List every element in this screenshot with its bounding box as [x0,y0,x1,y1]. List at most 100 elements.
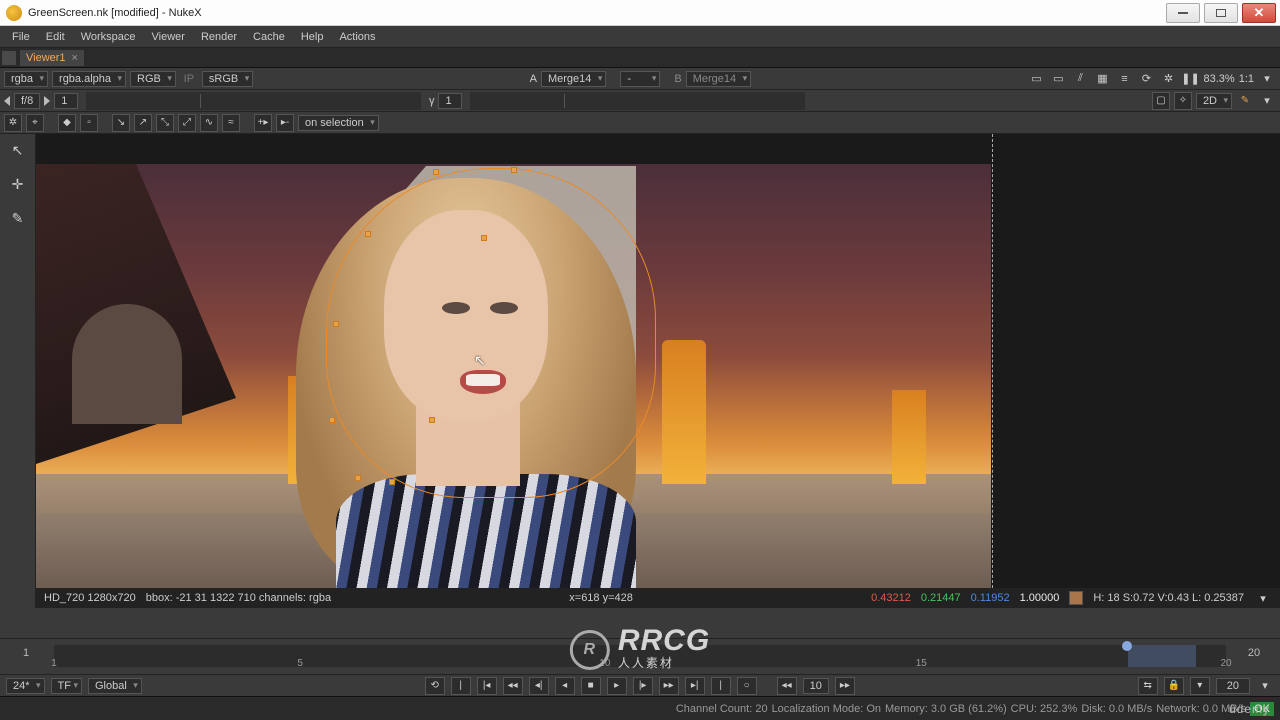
menu-workspace[interactable]: Workspace [73,28,144,46]
gamma-slider[interactable] [470,92,805,110]
step-fwd-icon[interactable]: |▸ [633,677,653,695]
brush-tool-icon[interactable]: ✎ [6,206,30,230]
tool-wave-icon[interactable]: ≈ [222,114,240,132]
menu-help[interactable]: Help [293,28,332,46]
viewport[interactable]: ↖ [36,164,991,590]
list-icon[interactable]: ≡ [1116,70,1134,88]
select-tool-icon[interactable]: ↖ [6,138,30,162]
out-frame[interactable]: 20 [1216,678,1250,694]
prev-key-icon[interactable]: ◂◂ [503,677,523,695]
view-mode-dropdown[interactable]: 2D [1196,93,1232,109]
roto-point[interactable] [329,417,335,423]
proxy-icon[interactable]: ▭ [1028,70,1046,88]
tool-gear-icon[interactable]: ✲ [4,114,22,132]
roto-point[interactable] [365,231,371,237]
fstop-value[interactable]: f/8 [14,93,40,109]
skip-back-icon[interactable]: ◂◂ [777,677,797,695]
menu-render[interactable]: Render [193,28,245,46]
stripe-icon[interactable]: ⫽ [1072,70,1090,88]
timeline-playhead[interactable] [1122,641,1132,651]
last-frame-icon[interactable]: ▸| [685,677,705,695]
play-icon[interactable]: ▸ [607,677,627,695]
region-icon[interactable]: ▢ [1152,92,1170,110]
timeline-end[interactable]: 20 [1236,647,1272,659]
stop-icon[interactable]: ■ [581,677,601,695]
ip-toggle[interactable]: IP [180,70,198,88]
pencil-icon[interactable]: ✎ [1236,92,1254,110]
gamma-value[interactable]: 1 [438,93,462,109]
timeline[interactable]: 1 1 5 10 15 20 20 [0,638,1280,674]
skip-fwd-icon[interactable]: ▸▸ [835,677,855,695]
gear-icon[interactable]: ✲ [1160,70,1178,88]
record-icon[interactable]: ○ [737,677,757,695]
chevron-down-icon[interactable]: ▾ [1258,70,1276,88]
marker-icon[interactable]: ▾ [1190,677,1210,695]
exposure-slider[interactable] [86,92,421,110]
menu-cache[interactable]: Cache [245,28,293,46]
input-a-node[interactable]: Merge14 [541,71,606,87]
loop-icon[interactable]: ⟲ [425,677,445,695]
roto-point[interactable] [389,479,395,485]
tf-dropdown[interactable]: TF [51,678,82,694]
menu-file[interactable]: File [4,28,38,46]
tool-remove-icon[interactable]: ▸- [276,114,294,132]
roto-point[interactable] [481,235,487,241]
chevron-down-icon-3[interactable]: ▾ [1254,589,1272,607]
tool-curve-icon[interactable]: ∿ [200,114,218,132]
input-b-node[interactable]: Merge14 [686,71,751,87]
wipe-dropdown[interactable]: - [620,71,660,87]
step-back-icon[interactable]: ◂| [529,677,549,695]
first-frame-icon[interactable]: |◂ [477,677,497,695]
selection-mode-dropdown[interactable]: on selection [298,115,379,131]
channel-dropdown[interactable]: rgba.alpha [52,71,126,87]
lut-dropdown[interactable]: sRGB [202,71,253,87]
zoom-readout[interactable]: 83.3% [1204,73,1235,85]
menu-actions[interactable]: Actions [331,28,383,46]
in-point-icon[interactable]: | [451,677,471,695]
roto-point[interactable] [511,167,517,173]
tool-cusp-icon[interactable]: ↗ [134,114,152,132]
roto-point[interactable] [333,321,339,327]
input-a-block[interactable]: A Merge14 [530,71,607,87]
tool-smooth-icon[interactable]: ↘ [112,114,130,132]
close-tab-icon[interactable]: × [72,52,78,64]
tool-magnet-icon[interactable]: ⌖ [26,114,44,132]
minimize-button[interactable] [1166,3,1200,23]
menu-edit[interactable]: Edit [38,28,73,46]
anchor-tool-icon[interactable]: ✛ [6,172,30,196]
play-back-icon[interactable]: ◂ [555,677,575,695]
tool-node-2-icon[interactable]: ▫ [80,114,98,132]
refresh-icon[interactable]: ⟳ [1138,70,1156,88]
display-dropdown[interactable]: RGB [130,71,176,87]
frame-value[interactable]: 1 [54,93,78,109]
close-button[interactable]: ✕ [1242,3,1276,23]
chevron-down-icon-4[interactable]: ▾ [1256,677,1274,695]
chevron-down-icon-2[interactable]: ▾ [1258,92,1276,110]
maximize-button[interactable] [1204,3,1238,23]
frame-prev-icon[interactable] [4,96,10,106]
viewer-tab[interactable]: Viewer1 × [20,50,84,66]
fps-dropdown[interactable]: 24* [6,678,45,694]
link-icon[interactable]: ⇆ [1138,677,1158,695]
timeline-start[interactable]: 1 [8,647,44,659]
pause-icon[interactable]: ❚❚ [1182,70,1200,88]
out-point-icon[interactable]: | [711,677,731,695]
roto-point[interactable] [433,169,439,175]
tool-break-icon[interactable]: ⤡ [156,114,174,132]
range-dropdown[interactable]: Global [88,678,142,694]
tool-join-icon[interactable]: ⤢ [178,114,196,132]
grid-icon[interactable]: ▦ [1094,70,1112,88]
snap-icon[interactable]: ✧ [1174,92,1192,110]
input-b-block[interactable]: B Merge14 [674,71,751,87]
layer-dropdown[interactable]: rgba [4,71,48,87]
tool-node-1-icon[interactable]: ◆ [58,114,76,132]
frame-next-icon[interactable] [44,96,50,106]
skip-value[interactable]: 10 [803,678,829,694]
tool-add-icon[interactable]: +▸ [254,114,272,132]
lock-icon[interactable]: 🔒 [1164,677,1184,695]
pixel-ratio[interactable]: 1:1 [1239,73,1254,85]
next-key-icon[interactable]: ▸▸ [659,677,679,695]
menu-viewer[interactable]: Viewer [144,28,193,46]
roto-point[interactable] [429,417,435,423]
timeline-track[interactable]: 1 5 10 15 20 [54,645,1226,667]
